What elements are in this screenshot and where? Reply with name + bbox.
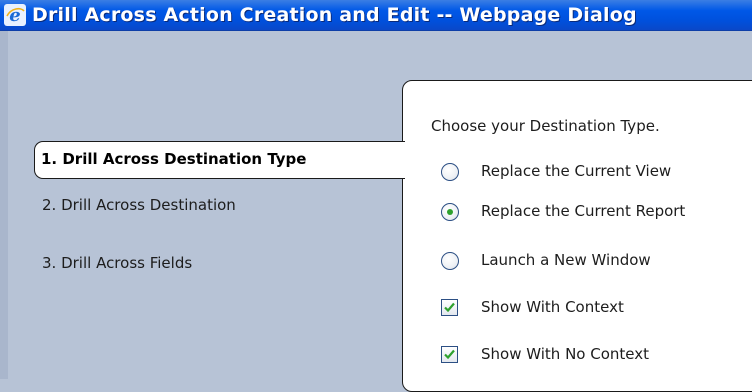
title-bar: e Drill Across Action Creation and Edit … — [0, 0, 752, 31]
radio-button[interactable] — [441, 252, 459, 270]
ie-icon: e — [4, 4, 26, 26]
radio-label: Replace the Current View — [481, 162, 672, 180]
radio-button[interactable] — [441, 203, 459, 221]
radio-selected-dot — [447, 209, 453, 215]
checkbox[interactable] — [441, 299, 458, 316]
step-destination[interactable]: 2. Drill Across Destination — [42, 196, 236, 214]
destination-type-prompt: Choose your Destination Type. — [431, 117, 660, 135]
step-fields[interactable]: 3. Drill Across Fields — [42, 254, 192, 272]
radio-label: Replace the Current Report — [481, 202, 686, 220]
radio-label: Launch a New Window — [481, 251, 651, 269]
checkmark-icon — [444, 302, 455, 313]
step-label: 1. Drill Across Destination Type — [41, 150, 307, 168]
window-title: Drill Across Action Creation and Edit --… — [32, 4, 637, 26]
active-tab-join — [400, 142, 406, 176]
checkbox-label: Show With No Context — [481, 345, 649, 363]
checkbox-label: Show With Context — [481, 298, 624, 316]
step-destination-type[interactable]: 1. Drill Across Destination Type — [34, 141, 405, 179]
checkmark-icon — [444, 349, 455, 360]
checkbox[interactable] — [441, 346, 458, 363]
left-edge — [0, 31, 8, 379]
radio-button[interactable] — [441, 163, 459, 181]
